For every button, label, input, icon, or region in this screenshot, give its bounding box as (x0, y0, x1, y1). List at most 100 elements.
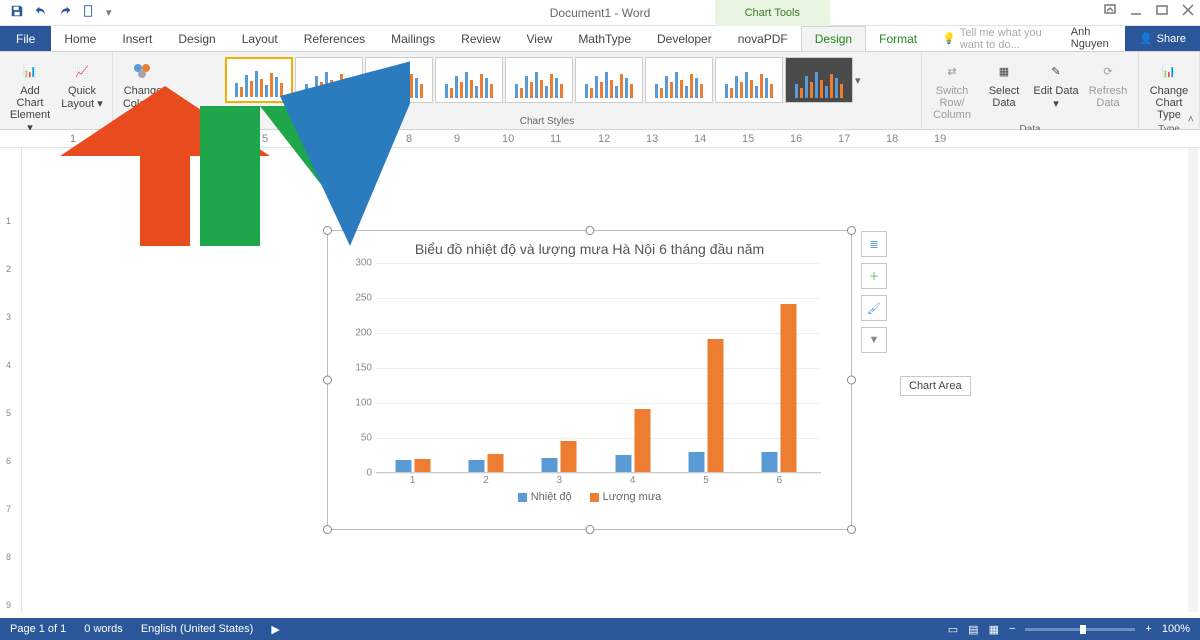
group-label-styles: Chart Styles (520, 116, 574, 129)
tab-format-chart[interactable]: Format (866, 26, 930, 51)
bar-Nhiệt độ[interactable] (615, 455, 631, 472)
chart-add-button[interactable]: ＋ (861, 263, 887, 289)
chart-area-tooltip: Chart Area (900, 376, 971, 396)
resize-handle-br[interactable] (847, 525, 856, 534)
bar-Nhiệt độ[interactable] (395, 460, 411, 472)
bar-Lượng mưa[interactable] (781, 304, 797, 472)
new-icon[interactable] (82, 4, 96, 21)
view-web-icon[interactable]: ▦ (989, 623, 999, 636)
switch-icon: ⇄ (947, 57, 956, 85)
tab-home[interactable]: Home (51, 26, 109, 51)
zoom-out-icon[interactable]: − (1009, 623, 1015, 635)
window-controls (1104, 4, 1194, 19)
zoom-in-icon[interactable]: + (1145, 623, 1151, 635)
chart-style-3[interactable] (365, 57, 433, 103)
x-tick-label: 2 (483, 475, 489, 486)
tell-me-search[interactable]: 💡Tell me what you want to do... (942, 26, 1061, 51)
tab-mailings[interactable]: Mailings (378, 26, 448, 51)
save-icon[interactable] (10, 4, 24, 21)
ribbon-options-icon[interactable] (1104, 4, 1116, 19)
chart-style-1[interactable] (225, 57, 293, 103)
chart-object[interactable]: Biểu đồ nhiệt độ và lượng mưa Hà Nội 6 t… (327, 230, 852, 530)
resize-handle-l[interactable] (323, 376, 332, 385)
tab-mathtype[interactable]: MathType (565, 26, 644, 51)
resize-handle-b[interactable] (585, 525, 594, 534)
title-bar: ▾ Document1 - Word Chart Tools (0, 0, 1200, 26)
close-icon[interactable] (1182, 4, 1194, 19)
change-colors-button[interactable]: Change Colors ▾ (119, 55, 167, 110)
chart-style-9[interactable] (785, 57, 853, 103)
chart-style-2[interactable] (295, 57, 363, 103)
refresh-data-button[interactable]: ⟳Refresh Data (1084, 55, 1132, 109)
switch-row-column-button[interactable]: ⇄Switch Row/ Column (928, 55, 976, 121)
tab-file[interactable]: File (0, 26, 51, 51)
view-print-icon[interactable]: ▤ (968, 623, 978, 636)
chart-type-icon: 📊 (1162, 57, 1176, 85)
vertical-ruler[interactable]: 123456789 (0, 148, 22, 612)
chart-style-6[interactable] (575, 57, 643, 103)
status-page[interactable]: Page 1 of 1 (10, 623, 66, 635)
share-button[interactable]: 👤Share (1125, 26, 1200, 51)
tab-layout[interactable]: Layout (229, 26, 291, 51)
chart-filter-button[interactable]: ▼ (861, 327, 887, 353)
legend-item[interactable]: Lượng mưa (590, 491, 662, 503)
plus-icon: ＋ (869, 268, 880, 284)
chart-elements-button[interactable]: ≣ (861, 231, 887, 257)
qat-more-icon[interactable]: ▾ (106, 6, 112, 19)
redo-icon[interactable] (58, 4, 72, 21)
vertical-scrollbar[interactable] (1188, 148, 1198, 612)
tab-insert[interactable]: Insert (109, 26, 165, 51)
resize-handle-r[interactable] (847, 376, 856, 385)
chart-title[interactable]: Biểu đồ nhiệt độ và lượng mưa Hà Nội 6 t… (328, 231, 851, 263)
add-chart-element-button[interactable]: 📊Add Chart Element ▾ (6, 55, 54, 134)
chart-style-5[interactable] (505, 57, 573, 103)
style-gallery-more[interactable]: ▾ (855, 74, 869, 87)
tab-view[interactable]: View (514, 26, 566, 51)
tab-developer[interactable]: Developer (644, 26, 725, 51)
tab-novapdf[interactable]: novaPDF (725, 26, 801, 51)
bar-Nhiệt độ[interactable] (762, 452, 778, 472)
chart-side-buttons: ≣ ＋ 🖌 ▼ (861, 231, 887, 353)
bar-Lượng mưa[interactable] (414, 459, 430, 472)
chart-style-7[interactable] (645, 57, 713, 103)
tab-review[interactable]: Review (448, 26, 513, 51)
user-name[interactable]: Anh Nguyen (1061, 26, 1125, 51)
resize-handle-tl[interactable] (323, 226, 332, 235)
resize-handle-bl[interactable] (323, 525, 332, 534)
tab-design-chart[interactable]: Design (801, 26, 866, 51)
select-data-button[interactable]: ▦Select Data (980, 55, 1028, 109)
bar-Lượng mưa[interactable] (488, 454, 504, 472)
bar-Lượng mưa[interactable] (708, 339, 724, 472)
bar-Nhiệt độ[interactable] (689, 452, 705, 472)
chart-style-4[interactable] (435, 57, 503, 103)
bar-Lượng mưa[interactable] (634, 409, 650, 472)
status-language[interactable]: English (United States) (141, 623, 254, 635)
zoom-level[interactable]: 100% (1162, 623, 1190, 635)
quick-layout-button[interactable]: 📈Quick Layout ▾ (58, 55, 106, 110)
legend-item[interactable]: Nhiệt độ (518, 491, 572, 503)
tab-references[interactable]: References (291, 26, 378, 51)
bar-Nhiệt độ[interactable] (542, 458, 558, 472)
tab-design-main[interactable]: Design (165, 26, 228, 51)
collapse-ribbon-icon[interactable]: ˄ (1188, 114, 1194, 126)
chart-styles-button[interactable]: 🖌 (861, 295, 887, 321)
chart-layout-icon: ≣ (869, 238, 878, 251)
chart-plot-area[interactable]: 050100150200250300123456 (376, 263, 821, 473)
view-read-icon[interactable]: ▭ (948, 623, 958, 636)
chart-legend[interactable]: Nhiệt độ Lượng mưa (328, 491, 851, 503)
macro-icon[interactable]: ▶ (271, 623, 279, 636)
bar-Nhiệt độ[interactable] (469, 460, 485, 472)
bar-Lượng mưa[interactable] (561, 441, 577, 472)
undo-icon[interactable] (34, 4, 48, 21)
maximize-icon[interactable] (1156, 4, 1168, 19)
minimize-icon[interactable] (1130, 4, 1142, 19)
change-chart-type-button[interactable]: 📊Change Chart Type (1145, 55, 1193, 121)
resize-handle-tr[interactable] (847, 226, 856, 235)
status-words[interactable]: 0 words (84, 623, 123, 635)
document-page[interactable]: Biểu đồ nhiệt độ và lượng mưa Hà Nội 6 t… (22, 148, 1188, 612)
zoom-slider[interactable] (1025, 628, 1135, 631)
edit-data-button[interactable]: ✎Edit Data ▾ (1032, 55, 1080, 110)
chart-style-8[interactable] (715, 57, 783, 103)
resize-handle-t[interactable] (585, 226, 594, 235)
horizontal-ruler[interactable]: 12345678910111213141516171819 (0, 130, 1200, 148)
